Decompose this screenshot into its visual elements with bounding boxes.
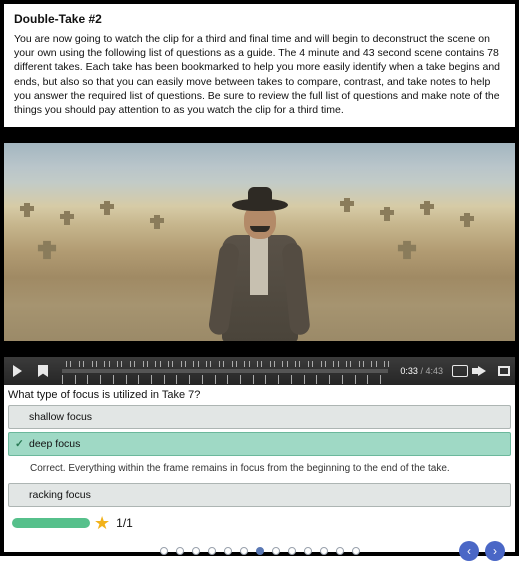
score-row: ★ 1/1 (4, 510, 515, 536)
pager-dot[interactable] (240, 547, 248, 555)
lesson-frame: Double-Take #2 You are now going to watc… (0, 0, 519, 556)
quiz-block: What type of focus is utilized in Take 7… (4, 385, 515, 570)
pager-dot[interactable] (176, 547, 184, 555)
video-controls: 0:33 / 4:43 (4, 357, 515, 385)
star-icon: ★ (94, 514, 110, 532)
captions-button[interactable] (449, 357, 471, 385)
intro-block: Double-Take #2 You are now going to watc… (4, 4, 515, 127)
play-icon (13, 365, 22, 377)
pager-dot[interactable] (304, 547, 312, 555)
quiz-option[interactable]: deep focus (8, 432, 511, 456)
video-frame[interactable] (4, 127, 515, 357)
score-text: 1/1 (116, 516, 133, 530)
current-time: 0:33 (400, 366, 418, 376)
pager-dot[interactable] (272, 547, 280, 555)
next-button[interactable]: › (485, 541, 505, 561)
pager-dot[interactable] (320, 547, 328, 555)
quiz-option[interactable]: racking focus (8, 483, 511, 507)
pager-dot[interactable] (192, 547, 200, 555)
pager-dot[interactable] (352, 547, 360, 555)
timeline-scrubber[interactable] (62, 357, 388, 385)
prev-button[interactable]: ‹ (459, 541, 479, 561)
quiz-option[interactable]: shallow focus (8, 405, 511, 429)
pager-dot[interactable] (336, 547, 344, 555)
total-time: 4:43 (425, 366, 443, 376)
volume-button[interactable] (471, 357, 493, 385)
scene-graveyard (4, 143, 515, 341)
score-progress (12, 518, 90, 528)
figure-man-with-hat (212, 185, 308, 343)
pager-row: ‹ › (4, 538, 515, 564)
pager-dot[interactable] (288, 547, 296, 555)
fullscreen-button[interactable] (493, 357, 515, 385)
pager-dot[interactable] (224, 547, 232, 555)
play-button[interactable] (4, 357, 30, 385)
quiz-question: What type of focus is utilized in Take 7… (4, 387, 515, 405)
bookmark-button[interactable] (30, 357, 56, 385)
bookmark-icon (38, 365, 48, 377)
intro-body: You are now going to watch the clip for … (14, 32, 505, 117)
pager-dot[interactable] (208, 547, 216, 555)
captions-icon (452, 365, 468, 377)
fullscreen-icon (498, 366, 510, 376)
video-player: 0:33 / 4:43 (4, 127, 515, 385)
intro-title: Double-Take #2 (14, 12, 505, 26)
pager-dot[interactable] (160, 547, 168, 555)
pager-dots (160, 547, 360, 555)
volume-icon (478, 366, 486, 376)
pager-dot[interactable] (256, 547, 264, 555)
quiz-feedback: Correct. Everything within the frame rem… (8, 459, 511, 480)
time-display: 0:33 / 4:43 (394, 366, 449, 376)
